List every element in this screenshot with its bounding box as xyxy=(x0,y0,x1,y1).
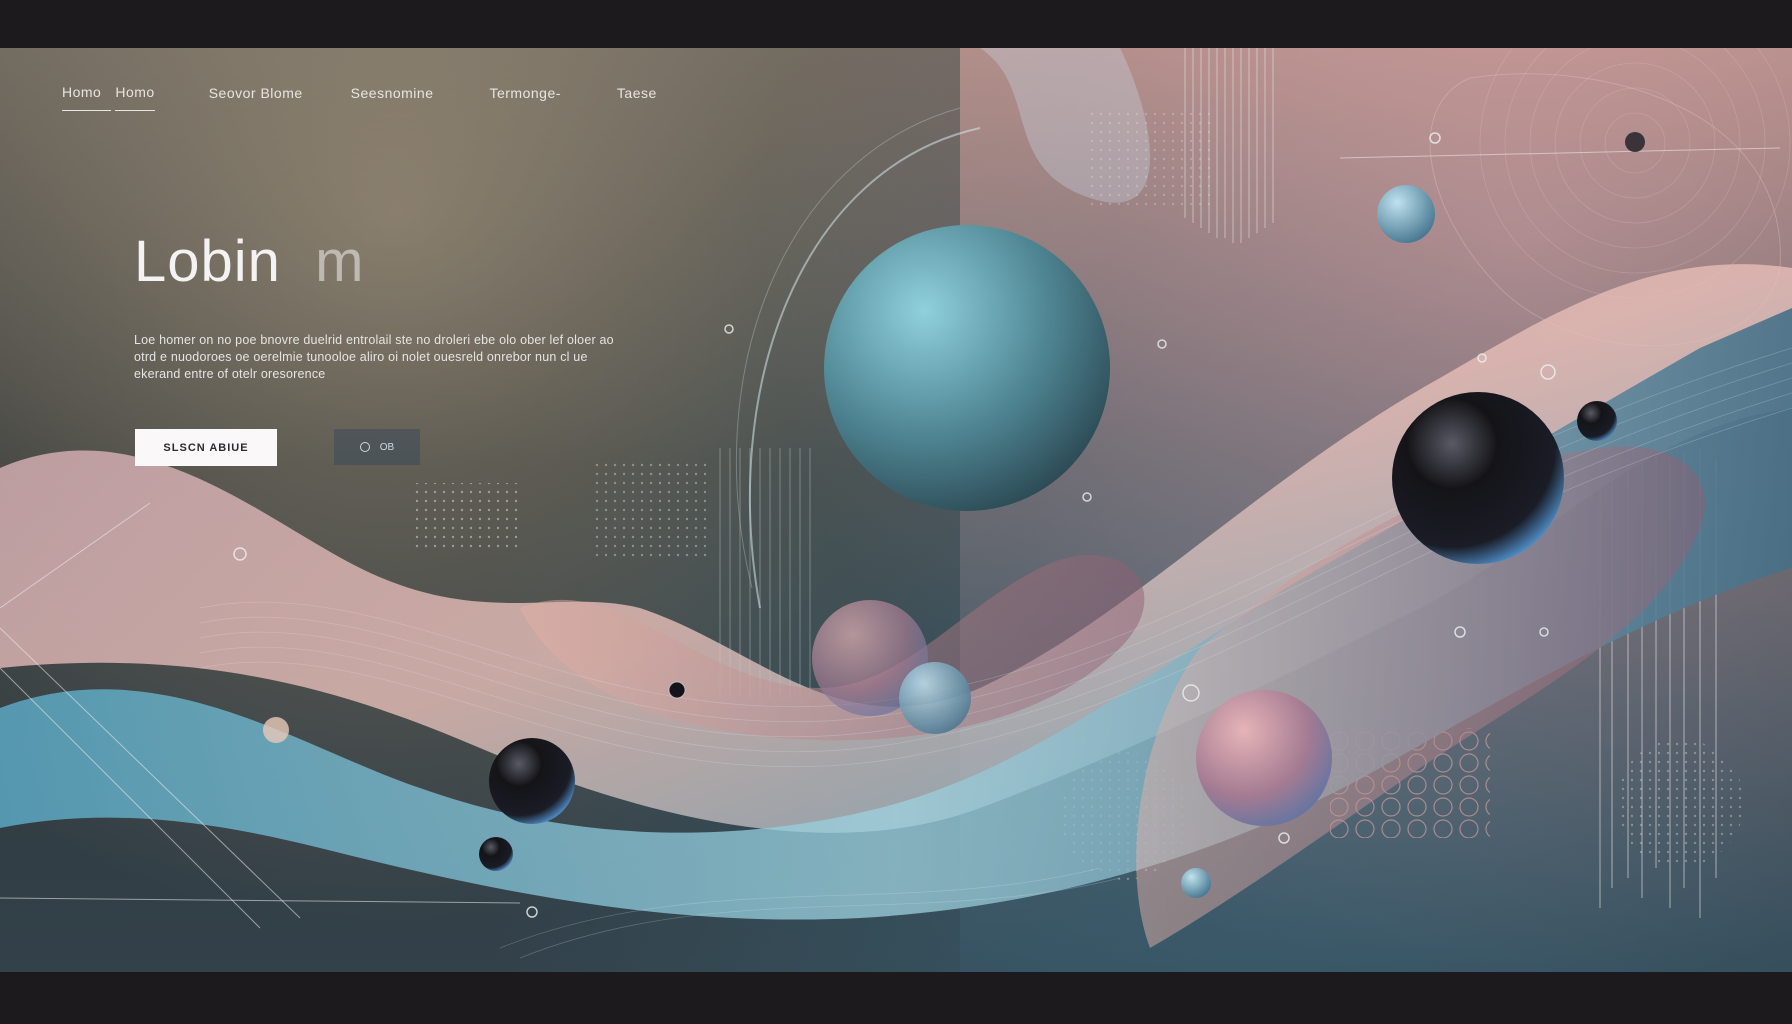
hero-description: Loe homer on no poe bnovre duelrid entro… xyxy=(134,333,614,381)
secondary-cta-label: OB xyxy=(379,441,395,453)
nav-item-solutions[interactable]: Seesnomine xyxy=(351,85,434,111)
primary-cta-button[interactable]: SLSCN ABIUE xyxy=(135,429,277,466)
secondary-cta-button[interactable]: OB xyxy=(334,429,420,465)
ring-icon xyxy=(359,442,370,452)
hero-title: Lobin m xyxy=(134,228,364,295)
hero-title-main: Lobin xyxy=(134,229,281,294)
hero-title-faded xyxy=(281,229,315,294)
nav-item-home-secondary[interactable]: Homo xyxy=(115,84,155,111)
nav-item-services[interactable]: Seovor Blome xyxy=(209,85,303,111)
abstract-background-art xyxy=(0,48,1792,972)
nav-item-technology[interactable]: Termonge- xyxy=(489,85,560,111)
main-navigation: Homo Homo Seovor Blome Seesnomine Termon… xyxy=(62,84,657,111)
nav-item-team[interactable]: Taese xyxy=(617,85,657,111)
hero-title-tail: m xyxy=(315,229,365,294)
nav-item-home[interactable]: Homo xyxy=(62,84,112,111)
hero-banner: Homo Homo Seovor Blome Seesnomine Termon… xyxy=(0,48,1792,972)
